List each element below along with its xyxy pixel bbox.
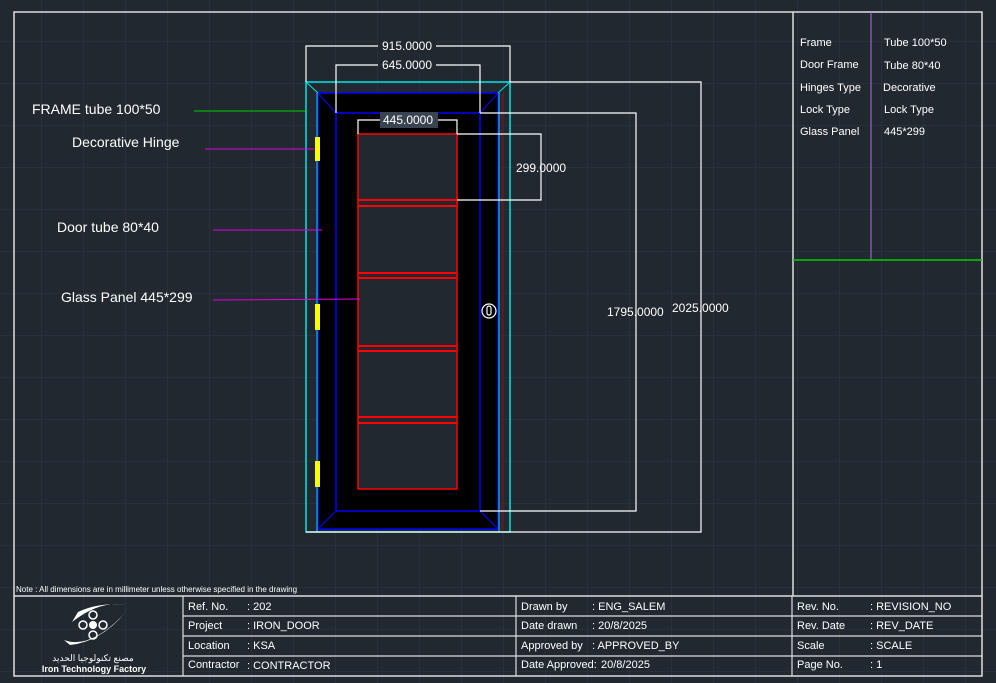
svg-text:Rev. Date: Rev. Date (797, 620, 845, 632)
dim-2025: 2025.0000 (672, 301, 729, 315)
svg-text:Location: Location (188, 640, 230, 652)
svg-text:Approved by: Approved by (521, 640, 583, 652)
glass-panel (357, 133, 458, 490)
svg-text:Project: Project (188, 620, 222, 632)
svg-text:Tube 80*40: Tube 80*40 (884, 60, 940, 72)
callout-glass: Glass Panel 445*299 (61, 289, 193, 305)
dim-445: 445.0000 (383, 113, 433, 127)
svg-text:Page No.: Page No. (797, 659, 843, 671)
svg-text:20/8/2025: 20/8/2025 (601, 659, 650, 671)
svg-text:Tube 100*50: Tube 100*50 (884, 37, 947, 49)
svg-text:Date Approved:: Date Approved: (521, 659, 597, 671)
svg-text:Drawn by: Drawn by (521, 601, 568, 613)
svg-text:445*299: 445*299 (884, 126, 925, 138)
svg-text:Door Frame: Door Frame (800, 59, 859, 71)
callout-hinge: Decorative Hinge (72, 134, 180, 150)
note-text: Note : All dimensions are in millimeter … (16, 585, 297, 594)
svg-text:: 202: : 202 (247, 601, 271, 613)
callout-frame: FRAME tube 100*50 (32, 101, 161, 117)
svg-text:Scale: Scale (797, 640, 825, 652)
dim-915: 915.0000 (382, 39, 432, 53)
svg-text:Iron Technology Factory: Iron Technology Factory (42, 664, 146, 674)
svg-text:مصنع تكنولوجيا الحديد: مصنع تكنولوجيا الحديد (52, 653, 134, 664)
svg-text:: KSA: : KSA (247, 640, 276, 652)
svg-text:: IRON_DOOR: : IRON_DOOR (247, 620, 320, 632)
svg-text:Date drawn: Date drawn (521, 620, 577, 632)
svg-text:: REV_DATE: : REV_DATE (870, 620, 933, 632)
svg-text:Frame: Frame (800, 37, 832, 49)
callout-door-tube: Door tube 80*40 (57, 219, 159, 235)
door-drawing (305, 81, 511, 533)
svg-text:Lock Type: Lock Type (884, 104, 934, 116)
dim-1795: 1795.0000 (607, 305, 664, 319)
svg-text:Rev. No.: Rev. No. (797, 601, 839, 613)
cad-canvas[interactable]: 915.0000 645.0000 445.0000 299.0000 1795… (0, 0, 996, 683)
svg-text:Lock Type: Lock Type (800, 104, 850, 116)
svg-text:: ENG_SALEM: : ENG_SALEM (592, 601, 665, 613)
svg-text:: 20/8/2025: : 20/8/2025 (592, 620, 647, 632)
svg-text:: REVISION_NO: : REVISION_NO (870, 601, 952, 613)
svg-text:: 1: : 1 (870, 659, 882, 671)
dim-299: 299.0000 (516, 161, 566, 175)
svg-text:Hinges Type: Hinges Type (800, 82, 861, 94)
svg-text:Glass Panel: Glass Panel (800, 126, 859, 138)
svg-text:: CONTRACTOR: : CONTRACTOR (247, 660, 331, 672)
dim-645: 645.0000 (382, 58, 432, 72)
svg-text:Contractor: Contractor (188, 659, 240, 671)
svg-text:Decorative: Decorative (883, 82, 936, 94)
svg-text:Ref. No.: Ref. No. (188, 601, 228, 613)
svg-text:: APPROVED_BY: : APPROVED_BY (592, 640, 680, 652)
svg-text:: SCALE: : SCALE (870, 640, 912, 652)
